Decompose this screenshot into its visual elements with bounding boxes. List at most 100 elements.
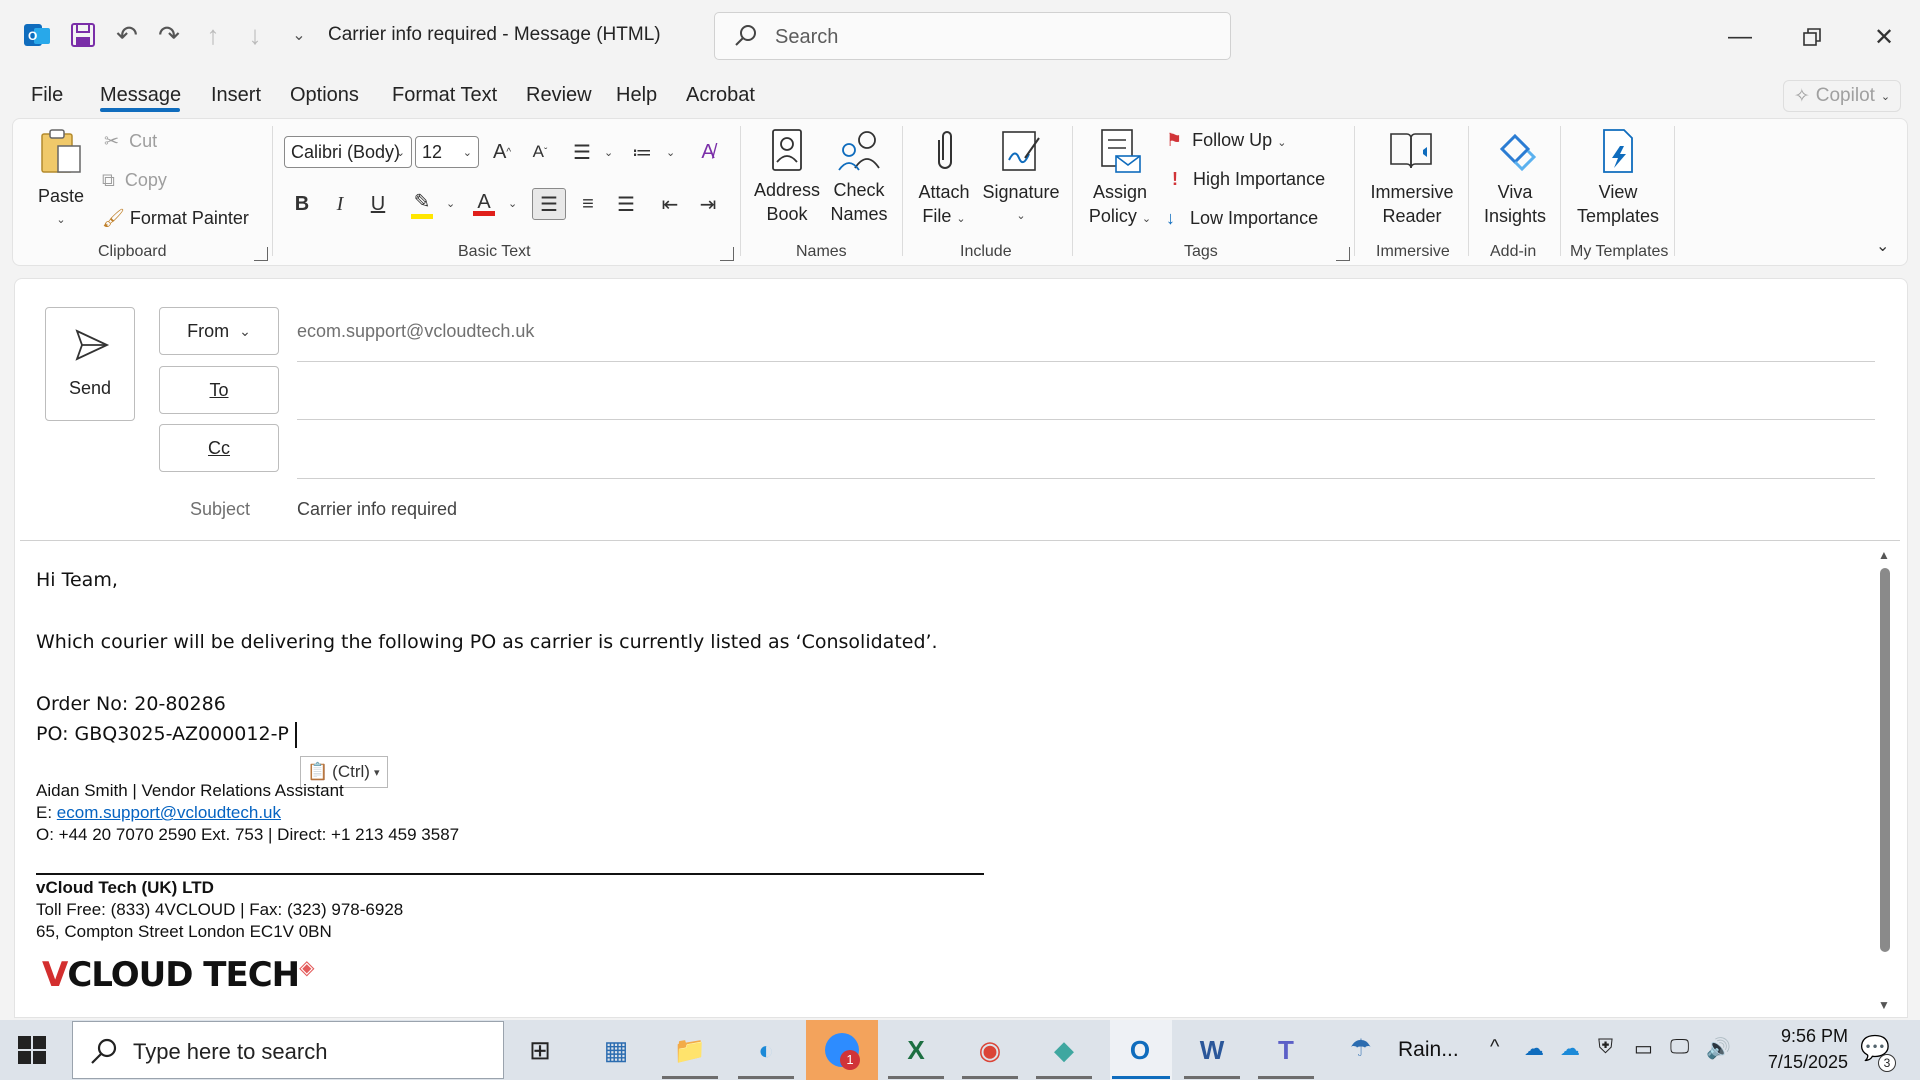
customize-toolbar-icon[interactable]: ⌄ — [282, 18, 316, 52]
align-center-button[interactable]: ≡ — [572, 188, 604, 220]
chevron-down-icon[interactable]: ⌄ — [666, 146, 675, 159]
undo-icon[interactable]: ↶ — [110, 18, 144, 52]
body-order-number[interactable]: Order No: 20-80286 — [36, 693, 226, 715]
restore-button[interactable] — [1792, 20, 1832, 54]
chevron-down-icon[interactable]: ⌄ — [446, 197, 455, 210]
network-icon[interactable]: 🖵 — [1670, 1036, 1689, 1059]
numbering-icon[interactable]: ≔ — [626, 136, 658, 168]
font-size-select[interactable]: 12 ⌄ — [415, 136, 479, 168]
previous-item-icon[interactable]: ↑ — [196, 18, 230, 52]
highlight-color-button[interactable]: ✎ — [406, 188, 438, 220]
grow-font-icon[interactable]: A ^ — [486, 136, 518, 168]
to-field[interactable] — [297, 370, 1875, 414]
viva-insights-button[interactable]: Viva Insights — [1478, 128, 1552, 228]
rain-weather-icon[interactable]: ☂ — [1350, 1034, 1372, 1063]
format-painter-button[interactable]: 🖌 Format Painter — [102, 208, 249, 229]
shrink-font-icon[interactable]: Aˇ — [524, 136, 556, 168]
tab-file[interactable]: File — [31, 84, 63, 107]
edge-icon[interactable]: ◐ — [742, 1028, 790, 1072]
redo-icon[interactable]: ↷ — [152, 18, 186, 52]
app-icon[interactable]: ◆ — [1040, 1028, 1088, 1072]
align-right-button[interactable]: ☰ — [610, 188, 642, 220]
tab-message[interactable]: Message — [100, 84, 181, 107]
tab-options[interactable]: Options — [290, 84, 359, 107]
font-color-button[interactable]: A — [468, 188, 500, 220]
word-icon[interactable]: W — [1188, 1028, 1236, 1072]
clock-date[interactable]: 7/15/2025 — [1744, 1052, 1848, 1073]
file-explorer-icon[interactable]: 📁 — [666, 1028, 714, 1072]
to-button[interactable]: To — [159, 366, 279, 414]
body-greeting[interactable]: Hi Team, — [36, 569, 118, 591]
attach-file-button[interactable]: Attach File ⌄ — [912, 128, 976, 231]
subject-field[interactable]: Carrier info required — [297, 499, 457, 520]
assign-policy-button[interactable]: Assign Policy ⌄ — [1082, 128, 1158, 231]
font-name-select[interactable]: Calibri (Body) ⌄ — [284, 136, 412, 168]
search-placeholder: Search — [775, 26, 839, 48]
signature-email-link[interactable]: ecom.support@vcloudtech.uk — [57, 803, 281, 822]
cut-button[interactable]: ✂ Cut — [104, 131, 157, 152]
outlook-taskbar-icon[interactable]: O — [1116, 1028, 1164, 1072]
scroll-down-icon[interactable]: ▼ — [1878, 998, 1890, 1012]
onedrive-icon[interactable]: ☁ — [1524, 1036, 1544, 1061]
bullets-icon[interactable]: ☰ — [566, 136, 598, 168]
dialog-launcher-icon[interactable] — [720, 247, 734, 261]
volume-icon[interactable]: 🔊 — [1706, 1036, 1731, 1061]
battery-icon[interactable]: ▭ — [1634, 1036, 1653, 1061]
clear-formatting-icon[interactable]: A̸ — [692, 136, 724, 168]
low-importance-button[interactable]: ↓ Low Importance — [1166, 208, 1318, 229]
send-button[interactable]: Send — [45, 307, 135, 421]
clock-time[interactable]: 9:56 PM — [1752, 1026, 1848, 1047]
underline-button[interactable]: U — [362, 188, 394, 220]
body-line[interactable]: Which courier will be delivering the fol… — [36, 631, 938, 653]
chrome-icon[interactable]: ◉ — [966, 1028, 1014, 1072]
cc-button[interactable]: Cc — [159, 424, 279, 472]
tab-acrobat[interactable]: Acrobat — [686, 84, 755, 107]
taskbar-search-input[interactable]: Type here to search — [72, 1021, 504, 1079]
paste-button[interactable]: Paste ⌄ — [36, 128, 86, 232]
dialog-launcher-icon[interactable] — [254, 247, 268, 261]
immersive-reader-button[interactable]: Immersive Reader — [1364, 128, 1460, 228]
chevron-down-icon[interactable]: ⌄ — [604, 146, 613, 159]
chevron-down-icon[interactable]: ⌄ — [508, 197, 517, 210]
save-icon[interactable] — [66, 18, 100, 52]
task-view-icon[interactable]: ⊞ — [516, 1028, 564, 1072]
high-importance-button[interactable]: ! High Importance — [1172, 169, 1325, 190]
collapse-ribbon-icon[interactable]: ⌄ — [1876, 236, 1889, 256]
align-left-button[interactable]: ☰ — [532, 188, 566, 220]
onedrive-personal-icon[interactable]: ☁ — [1560, 1036, 1580, 1061]
italic-button[interactable]: I — [324, 188, 356, 220]
tab-format-text[interactable]: Format Text — [392, 84, 497, 107]
scroll-up-icon[interactable]: ▲ — [1878, 548, 1890, 562]
calculator-icon[interactable]: ▦ — [592, 1028, 640, 1072]
weather-label[interactable]: Rain... — [1398, 1038, 1459, 1062]
next-item-icon[interactable]: ↓ — [238, 18, 272, 52]
decrease-indent-icon[interactable]: ⇤ — [654, 188, 686, 220]
search-input[interactable]: Search — [714, 12, 1231, 60]
check-names-button[interactable]: Check Names — [826, 128, 892, 226]
tab-insert[interactable]: Insert — [211, 84, 261, 107]
tab-review[interactable]: Review — [526, 84, 592, 107]
minimize-button[interactable]: — — [1720, 20, 1760, 54]
excel-icon[interactable]: X — [892, 1028, 940, 1072]
dialog-launcher-icon[interactable] — [1336, 247, 1350, 261]
tab-help[interactable]: Help — [616, 84, 657, 107]
divider — [1468, 126, 1469, 256]
from-button[interactable]: From ⌄ — [159, 307, 279, 355]
address-book-button[interactable]: Address Book — [750, 128, 824, 226]
body-po-number[interactable]: PO: GBQ3025-AZ000012-P — [36, 723, 289, 745]
security-icon[interactable]: ⛨ — [1598, 1036, 1613, 1059]
show-hidden-icons-icon[interactable]: ^ — [1490, 1036, 1499, 1059]
close-button[interactable]: ✕ — [1864, 20, 1904, 54]
scrollbar-thumb[interactable] — [1880, 568, 1890, 952]
cc-field[interactable] — [297, 428, 1875, 472]
windows-start-icon[interactable] — [18, 1036, 46, 1064]
view-templates-button[interactable]: View Templates — [1570, 128, 1666, 228]
signature-button[interactable]: Signature ⌄ — [978, 128, 1064, 228]
group-label-clipboard: Clipboard — [98, 243, 167, 260]
copilot-button[interactable]: ✧ Copilot ⌄ — [1783, 80, 1901, 112]
follow-up-button[interactable]: ⚑ Follow Up ⌄ — [1166, 130, 1286, 151]
bold-button[interactable]: B — [286, 188, 318, 220]
increase-indent-icon[interactable]: ⇥ — [692, 188, 724, 220]
copy-button[interactable]: ⧉ Copy — [102, 170, 167, 191]
teams-icon[interactable]: T — [1262, 1028, 1310, 1072]
